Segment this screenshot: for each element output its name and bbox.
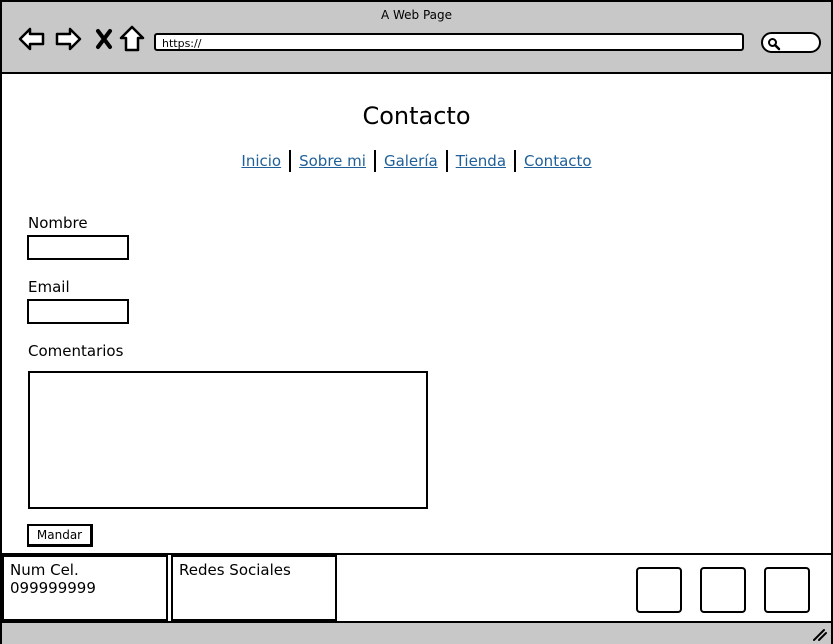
email-label: Email <box>28 278 70 296</box>
phone-box: Num Cel. 099999999 <box>2 555 168 621</box>
window-title: A Web Page <box>380 8 453 22</box>
nav-link-inicio[interactable]: Inicio <box>233 152 289 170</box>
nav-link-tienda[interactable]: Tienda <box>448 152 514 170</box>
name-label: Nombre <box>28 214 88 232</box>
url-input[interactable]: https:// <box>154 33 744 51</box>
name-field[interactable] <box>27 235 129 260</box>
social-label: Redes Sociales <box>179 561 291 579</box>
nav-link-galeria[interactable]: Galería <box>376 152 446 170</box>
browser-window: A Web Page https:// Contacto Inicio Sobr… <box>0 0 833 644</box>
page-title: Contacto <box>362 102 471 130</box>
nav-link-contacto[interactable]: Contacto <box>516 152 600 170</box>
comments-label: Comentarios <box>28 342 124 360</box>
forward-arrow-icon[interactable] <box>54 24 82 54</box>
comments-textarea[interactable] <box>28 371 428 509</box>
close-x-icon[interactable] <box>90 24 118 54</box>
social-button-1[interactable] <box>636 567 682 613</box>
phone-label: Num Cel. <box>10 561 79 579</box>
social-button-3[interactable] <box>764 567 810 613</box>
submit-button[interactable]: Mandar <box>27 524 93 547</box>
resize-grip-icon[interactable] <box>811 627 827 641</box>
footer: Num Cel. 099999999 Redes Sociales <box>2 553 831 623</box>
browser-toolbar: A Web Page https:// <box>2 2 831 74</box>
main-nav: Inicio Sobre mi Galería Tienda Contacto <box>2 150 831 172</box>
social-button-2[interactable] <box>700 567 746 613</box>
back-arrow-icon[interactable] <box>18 24 46 54</box>
home-icon[interactable] <box>118 24 146 54</box>
email-field[interactable] <box>27 299 129 324</box>
search-icon <box>768 38 781 51</box>
status-bar <box>2 621 831 644</box>
nav-link-sobre-mi[interactable]: Sobre mi <box>291 152 374 170</box>
browser-search-box[interactable] <box>761 32 821 53</box>
social-box: Redes Sociales <box>171 555 337 621</box>
phone-number: 099999999 <box>10 579 96 597</box>
